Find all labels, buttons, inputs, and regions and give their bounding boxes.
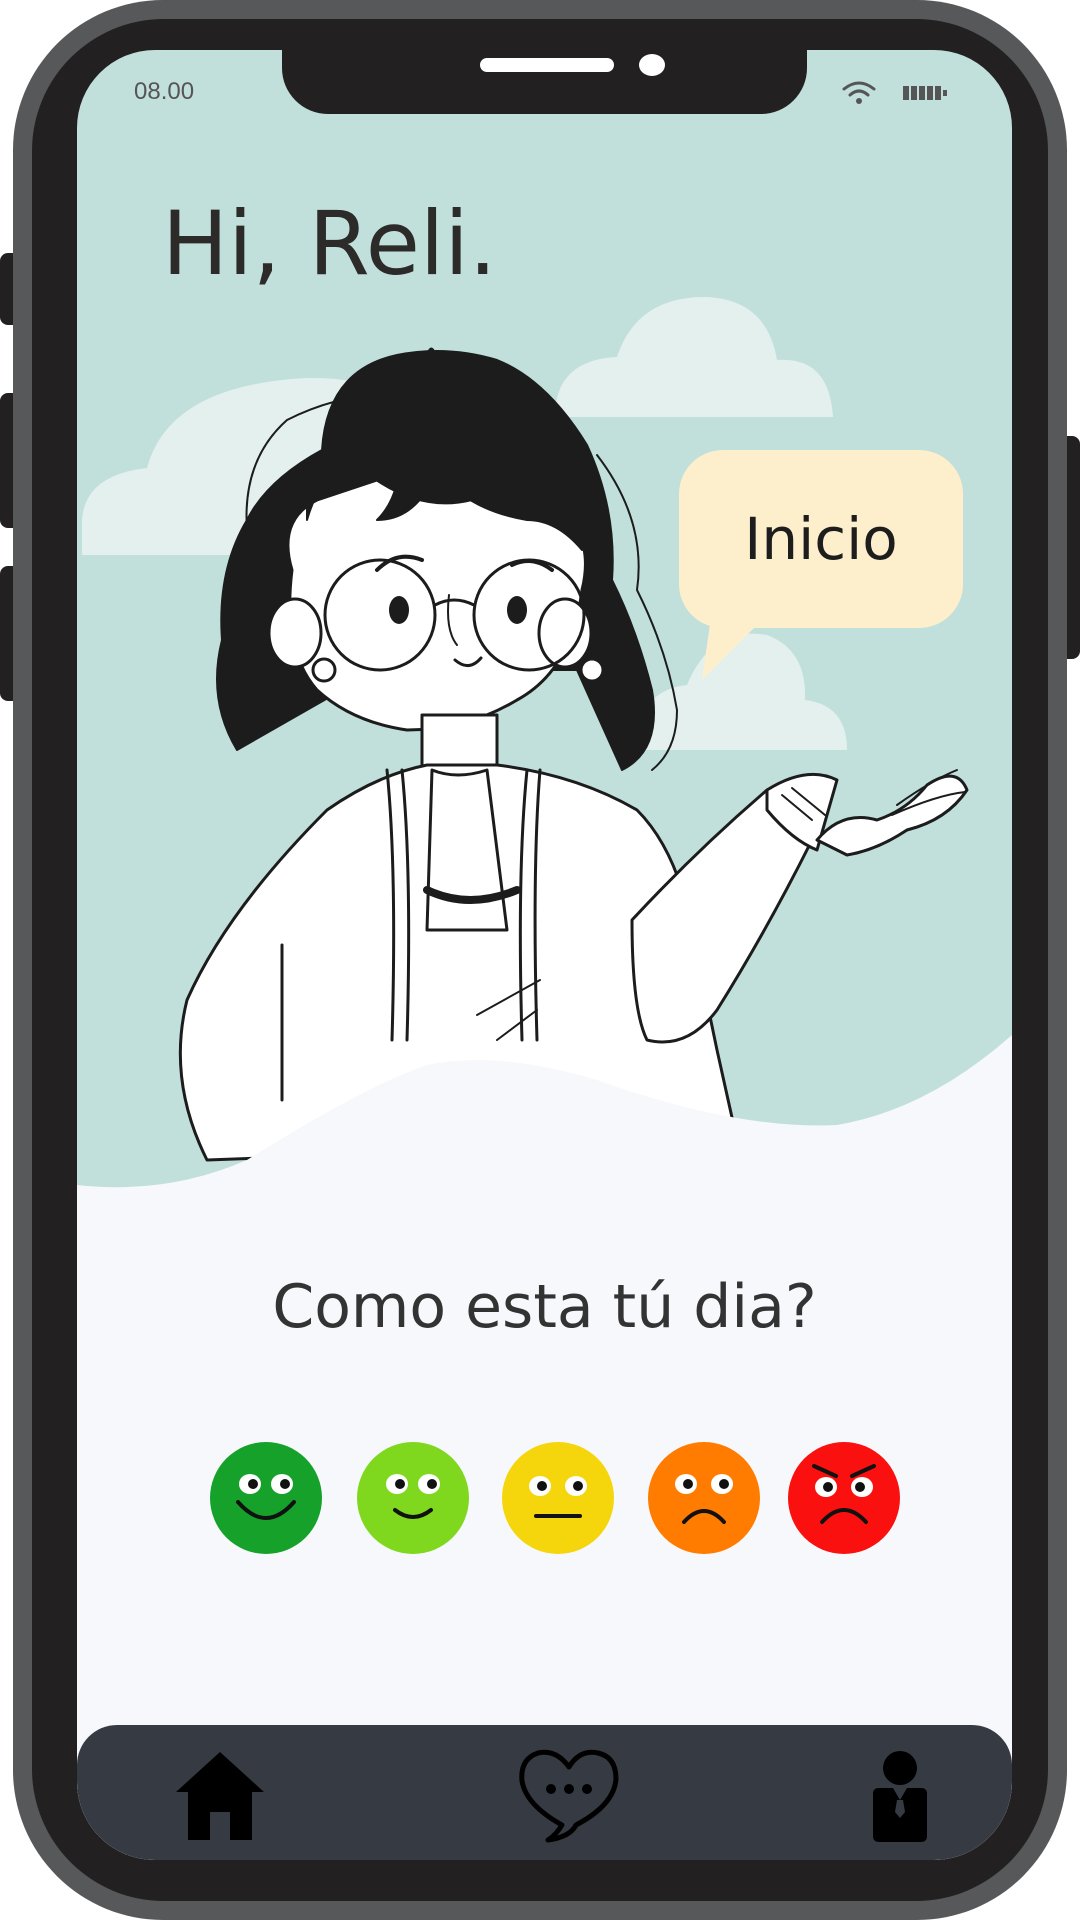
neutral-face-icon: [502, 1442, 614, 1554]
profile-icon: [873, 1751, 927, 1842]
mood-happy-button[interactable]: [357, 1442, 469, 1554]
mood-question: Como esta tú dia?: [272, 1272, 817, 1342]
speaker-grille: [480, 58, 614, 72]
happy-face-icon: [357, 1442, 469, 1554]
tab-profile[interactable]: [869, 1750, 931, 1842]
mood-selector: [77, 1442, 1012, 1554]
phone-notch: [282, 50, 807, 114]
sad-face-icon: [648, 1442, 760, 1554]
mood-sad-button[interactable]: [648, 1442, 760, 1554]
very-happy-face-icon: [210, 1442, 322, 1554]
speech-bubble: Inicio: [679, 450, 963, 628]
home-icon: [176, 1752, 264, 1840]
mood-very-happy-button[interactable]: [210, 1442, 322, 1554]
front-camera: [639, 54, 665, 76]
tab-home[interactable]: [174, 1750, 266, 1842]
chat-heart-icon: [519, 1749, 619, 1843]
angry-face-icon: [788, 1442, 900, 1554]
app-stage: Inicio 08.00 Hi, Reli. Como esta tú dia?: [0, 0, 1080, 1920]
phone-screen: Inicio 08.00 Hi, Reli. Como esta tú dia?: [77, 50, 1012, 1860]
home-illustration: [77, 296, 1012, 1860]
mood-neutral-button[interactable]: [502, 1442, 614, 1554]
mood-angry-button[interactable]: [788, 1442, 900, 1554]
status-time: 08.00: [134, 78, 195, 105]
greeting-title: Hi, Reli.: [162, 192, 497, 295]
battery-icon: [903, 86, 947, 100]
wifi-icon: [842, 81, 876, 104]
tab-chat[interactable]: [518, 1747, 620, 1843]
speech-bubble-text: Inicio: [744, 505, 898, 573]
bottom-tab-bar: [77, 1725, 1012, 1860]
